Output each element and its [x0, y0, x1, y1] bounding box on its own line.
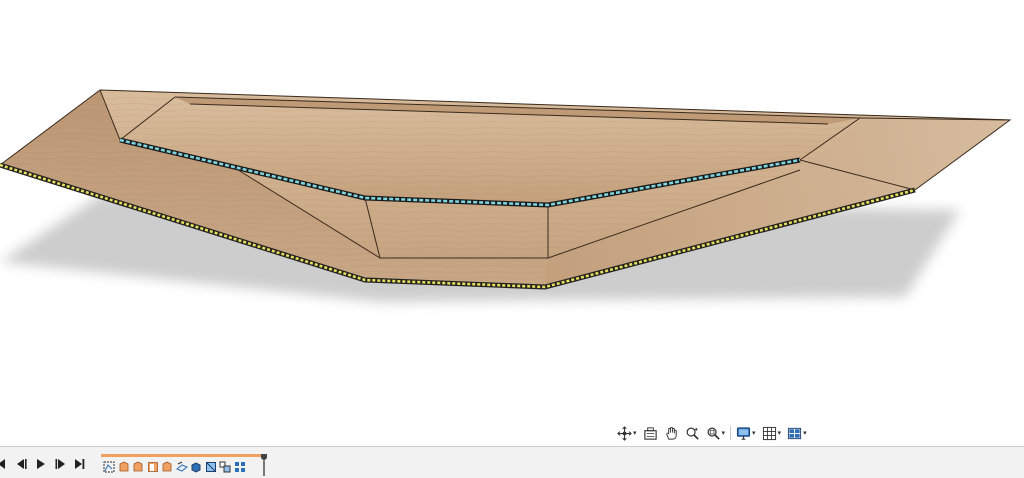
step-back-icon: [17, 459, 27, 469]
look-at-button[interactable]: [642, 424, 659, 442]
fit-zoom-button[interactable]: ▾: [705, 424, 727, 442]
refold-feature-icon: [205, 462, 216, 472]
chevron-down-icon: ▾: [721, 429, 726, 437]
timeline-feature[interactable]: [190, 460, 202, 473]
flange-feature-icon: [133, 461, 143, 472]
component-feature-icon: [219, 461, 231, 473]
model-viewport[interactable]: [0, 0, 1024, 446]
unfold-feature-icon: [175, 461, 188, 472]
fit-zoom-icon: [707, 427, 720, 440]
go-to-end-icon: [75, 459, 85, 469]
timeline-feature[interactable]: [161, 460, 173, 472]
step-forward-button[interactable]: [54, 458, 68, 470]
viewports-icon: [788, 427, 802, 439]
timeline-feature[interactable]: [103, 460, 115, 473]
timeline-feature[interactable]: [234, 460, 246, 472]
grid-snaps-icon: [762, 426, 776, 440]
sketch-feature-icon: [103, 461, 115, 473]
step-forward-icon: [55, 459, 65, 469]
zoom-icon: [686, 427, 699, 440]
pan-hand-icon: [665, 426, 677, 440]
timeline-bar: [0, 446, 1024, 478]
chevron-down-icon: ▾: [752, 429, 756, 437]
display-settings-icon: [736, 426, 751, 440]
go-to-start-button[interactable]: [0, 458, 8, 470]
pan-button[interactable]: [663, 424, 680, 442]
chevron-down-icon: ▾: [777, 429, 782, 437]
timeline-feature[interactable]: [147, 460, 159, 472]
timeline-progress: [101, 454, 263, 457]
flange-feature-icon: [119, 461, 128, 472]
navigation-toolbar: ▾ ▾ ▾ ▾ ▾: [616, 423, 808, 443]
go-to-start-icon: [0, 459, 5, 469]
orbit-icon: [617, 425, 632, 441]
grid-snaps-button[interactable]: ▾: [761, 424, 783, 442]
look-at-icon: [643, 426, 657, 440]
timeline-feature[interactable]: [118, 460, 130, 472]
display-settings-button[interactable]: ▾: [735, 424, 757, 442]
extrude-feature-icon: [147, 462, 158, 472]
timeline-feature[interactable]: [132, 460, 144, 472]
flange-feature-icon: [162, 461, 172, 472]
toolbar-divider: [730, 426, 732, 440]
timeline-marker[interactable]: [261, 454, 267, 476]
step-back-button[interactable]: [14, 458, 28, 470]
chevron-down-icon: ▾: [803, 429, 807, 437]
pattern-feature-icon: [234, 462, 245, 472]
zoom-button[interactable]: [684, 424, 701, 442]
sheet-metal-tray-model[interactable]: [0, 0, 1024, 446]
orbit-tool-button[interactable]: ▾: [616, 424, 638, 442]
chevron-down-icon: ▾: [633, 429, 637, 437]
timeline-track[interactable]: [101, 454, 267, 476]
viewports-button[interactable]: ▾: [786, 424, 808, 442]
body-feature-icon: [191, 462, 201, 473]
timeline-feature[interactable]: [175, 460, 188, 472]
play-button[interactable]: [34, 458, 48, 470]
timeline-feature[interactable]: [205, 460, 217, 472]
go-to-end-button[interactable]: [72, 458, 86, 470]
play-icon: [37, 459, 45, 469]
timeline-feature[interactable]: [219, 460, 231, 473]
